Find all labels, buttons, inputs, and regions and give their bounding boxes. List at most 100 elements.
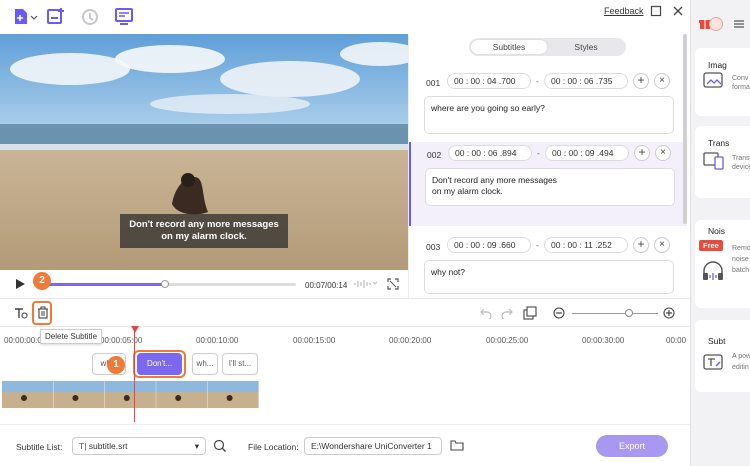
start-time-field[interactable]: 00 : 00 : 09 .660 <box>447 237 531 253</box>
chip-highlight-ring <box>133 350 186 378</box>
video-track[interactable] <box>2 381 259 408</box>
delete-subtitle-tooltip: Delete Subtitle <box>40 329 103 344</box>
start-time-field[interactable]: 00 : 00 : 04 .700 <box>447 73 531 89</box>
ruler-label: 00:00:05:00 <box>100 336 143 345</box>
panel-scrollbar[interactable] <box>683 34 687 224</box>
tool-card-desc-3: batch <box>732 267 750 274</box>
tool-card-desc-1: Transf <box>732 155 750 162</box>
right-sidebar: Imag Conv forma Trans Transf device Nois… <box>690 0 750 466</box>
fullscreen-icon[interactable] <box>387 278 399 292</box>
tool-card-desc-1: Conv <box>732 75 749 82</box>
add-subtitle-button[interactable]: + <box>633 237 649 253</box>
thumbnail-sky <box>156 381 208 392</box>
tool-card-transfer[interactable]: Trans Transf device <box>695 126 750 198</box>
thumbnail-sand <box>2 392 53 408</box>
tool-card-desc-1: A pow <box>732 353 750 360</box>
tool-card-desc-2: device <box>732 164 750 171</box>
playback-bar: 00:07/00:14 <box>0 270 408 298</box>
ruler-label: 00:00:15:00 <box>293 336 336 345</box>
subtitle-file-name: subtitle.srt <box>88 441 128 451</box>
play-icon[interactable] <box>14 278 26 292</box>
close-icon[interactable] <box>672 5 684 17</box>
redo-icon[interactable] <box>501 307 513 321</box>
progress-track[interactable] <box>34 280 296 288</box>
thumbnail-sky <box>104 381 156 392</box>
subtitle-text: where are you going so early? <box>431 103 545 113</box>
thumbnail-sky <box>53 381 105 392</box>
thumbnail-sand <box>104 392 156 408</box>
tool-card-title: Trans <box>708 138 730 148</box>
zoom-slider[interactable] <box>572 313 658 314</box>
thumbnail-sand <box>53 392 105 408</box>
video-thumbnails <box>2 381 259 408</box>
subtitle-text-line-1: Don't record any more messages <box>432 175 557 185</box>
add-subtitle-button[interactable]: + <box>633 73 649 89</box>
volume-icon[interactable] <box>353 279 378 291</box>
subtitles-panel: Subtitles Styles 001 00 : 00 : 04 .700 -… <box>408 34 688 298</box>
time-separator: - <box>536 76 539 86</box>
tool-card-noise[interactable]: Nois Remo noise batch <box>695 220 750 308</box>
timeline-ruler[interactable]: 00:00:00:00 00:00:05:00 00:00:10:00 00:0… <box>0 326 690 346</box>
tab-subtitles[interactable]: Subtitles <box>471 40 547 54</box>
end-time-field[interactable]: 00 : 00 : 09 .494 <box>545 145 629 161</box>
tool-card-title: Nois <box>708 226 726 236</box>
copy-icon[interactable] <box>523 306 537 322</box>
subtitle-file-icon: T| <box>79 441 87 451</box>
subtitle-editor-icon[interactable] <box>114 7 134 27</box>
caption-line-2: on my alarm clock. <box>161 231 247 242</box>
remove-subtitle-button[interactable]: × <box>655 145 671 161</box>
thumbnail-sand <box>207 392 259 408</box>
add-subtitle-icon[interactable] <box>46 7 66 27</box>
progress-knob[interactable] <box>161 280 169 288</box>
subtitle-text-field[interactable]: where are you going so early? <box>424 96 674 134</box>
tool-card-image[interactable]: Imag Conv forma <box>695 48 750 116</box>
subtitle-list-select[interactable]: T| subtitle.srt ▾ <box>72 437 206 455</box>
tool-card-title: Subt <box>708 336 726 346</box>
tool-card-desc-2: editin <box>732 364 749 371</box>
zoom-in-icon[interactable] <box>663 307 675 321</box>
folder-icon[interactable] <box>450 439 464 453</box>
subtitle-chip[interactable]: I'll st... <box>222 353 258 375</box>
transfer-device-icon <box>703 152 725 172</box>
end-time-field[interactable]: 00 : 00 : 06 .735 <box>544 73 628 89</box>
tool-card-title: Imag <box>708 60 727 70</box>
file-location-field[interactable]: E:\Wondershare UniConverter 1 <box>304 437 442 455</box>
time-readout: 00:07/00:14 <box>305 281 348 290</box>
remove-subtitle-button[interactable]: × <box>654 73 670 89</box>
subtitle-text-field[interactable]: why not? <box>424 260 674 294</box>
subtitle-number: 003 <box>426 242 441 252</box>
free-badge: Free <box>699 240 723 251</box>
end-time-field[interactable]: 00 : 00 : 11 .252 <box>544 237 628 253</box>
add-subtitle-button[interactable]: + <box>634 145 650 161</box>
playhead[interactable] <box>134 326 135 422</box>
tool-card-subtitle[interactable]: Subt A pow editin <box>695 320 750 392</box>
thumbnail-figure <box>21 395 27 401</box>
add-file-icon[interactable] <box>12 7 38 27</box>
subtitle-text-field[interactable]: Don't record any more messages on my ala… <box>425 168 675 206</box>
export-button[interactable]: Export <box>596 435 668 457</box>
add-text-icon[interactable] <box>14 307 28 321</box>
user-avatar-icon[interactable] <box>709 17 723 31</box>
thumbnail-figure <box>226 395 233 401</box>
undo-icon[interactable] <box>480 307 492 321</box>
ruler-label: 00:00:25:00 <box>486 336 529 345</box>
remove-subtitle-button[interactable]: × <box>654 237 670 253</box>
playhead-handle[interactable] <box>131 326 139 333</box>
tool-card-desc-2: forma <box>732 84 750 91</box>
subtitle-text: why not? <box>431 267 466 277</box>
zoom-out-icon[interactable] <box>553 307 565 321</box>
subtitle-entry-selected[interactable]: 002 00 : 00 : 06 .894 - 00 : 00 : 09 .49… <box>409 142 687 226</box>
feedback-link[interactable]: Feedback <box>604 6 644 16</box>
auto-sync-icon[interactable] <box>80 7 100 27</box>
search-icon[interactable] <box>213 439 227 455</box>
menu-icon[interactable] <box>733 18 745 32</box>
zoom-slider-knob[interactable] <box>625 309 633 317</box>
top-toolbar: Feedback <box>0 0 690 34</box>
maximize-icon[interactable] <box>650 5 662 17</box>
tab-styles[interactable]: Styles <box>548 40 624 54</box>
start-time-field[interactable]: 00 : 00 : 06 .894 <box>448 145 532 161</box>
ruler-label: 00:00:30:00 <box>582 336 625 345</box>
thumbnail-sky <box>2 381 53 392</box>
tool-card-desc-1: Remo <box>732 245 750 252</box>
subtitle-chip[interactable]: wh... <box>192 353 218 375</box>
